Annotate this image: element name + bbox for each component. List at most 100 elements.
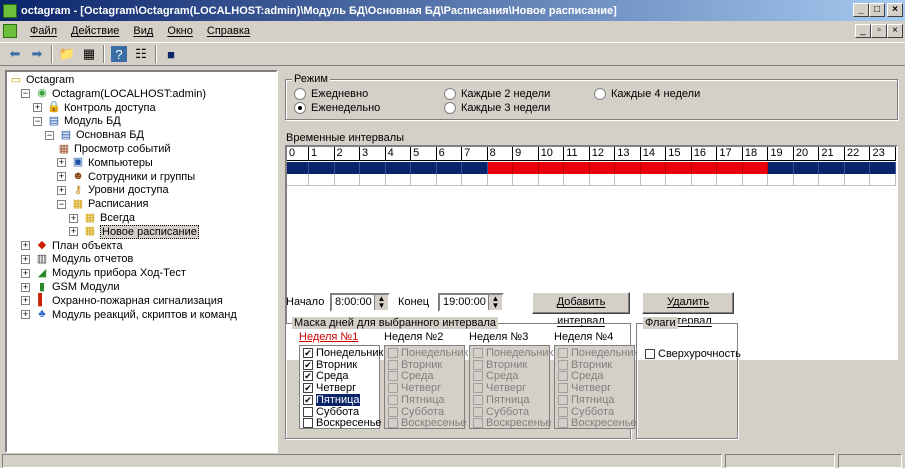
radio-every-4-weeks[interactable]: Каждые 4 недели [594, 88, 700, 100]
day-checkbox[interactable]: Понедельник [558, 347, 638, 359]
day-checkbox[interactable]: Пятница [558, 394, 615, 406]
active-interval-cell[interactable] [615, 162, 641, 174]
day-checkbox[interactable]: Вторник [473, 359, 527, 371]
mdi-restore-button[interactable]: ▫ [871, 24, 887, 38]
collapse-icon[interactable]: − [57, 199, 66, 209]
interval-cell[interactable] [287, 174, 309, 186]
collapse-icon[interactable]: − [45, 130, 54, 140]
tree-item[interactable]: − ◉ Octagram(LOCALHOST:admin) [21, 87, 206, 101]
checkbox-box[interactable] [388, 371, 398, 382]
checkbox-box[interactable] [473, 348, 483, 358]
active-interval-cell[interactable] [640, 162, 667, 174]
interval-cell[interactable] [488, 174, 514, 186]
interval-cell[interactable] [411, 174, 437, 186]
interval-cell[interactable] [768, 162, 794, 174]
interval-cell[interactable] [386, 174, 412, 186]
tree-item[interactable]: + ◆ План объекта [21, 239, 123, 253]
view-icon[interactable]: ▦ [78, 44, 100, 64]
day-checkbox[interactable]: Суббота [303, 406, 359, 418]
interval-cell[interactable] [844, 162, 871, 174]
interval-cell[interactable] [462, 162, 488, 174]
expand-icon[interactable]: + [57, 158, 66, 168]
day-checkbox[interactable]: Четверг [473, 382, 526, 394]
interval-cell[interactable] [590, 174, 616, 186]
checkbox-box[interactable] [645, 349, 655, 359]
day-checkbox[interactable]: Пятница [473, 394, 530, 406]
active-interval-cell[interactable] [691, 162, 718, 174]
week-title[interactable]: Неделя №4 [554, 331, 613, 343]
interval-cell[interactable] [768, 174, 794, 186]
interval-cell[interactable] [335, 174, 361, 186]
mdi-close-button[interactable]: × [887, 24, 903, 38]
interval-cell[interactable] [309, 174, 335, 186]
interval-cell[interactable] [360, 162, 386, 174]
interval-cell[interactable] [870, 174, 896, 186]
expand-icon[interactable]: + [21, 282, 30, 292]
expand-icon[interactable]: + [21, 241, 30, 251]
checkbox-box[interactable]: ✔ [303, 383, 313, 394]
start-spin-arrows[interactable]: ▲ ▼ [374, 295, 388, 310]
tree-item[interactable]: + ☻ Сотрудники и группы [57, 170, 195, 184]
interval-cell[interactable] [513, 174, 539, 186]
interval-row-selected[interactable] [287, 162, 896, 174]
expand-icon[interactable]: + [21, 268, 30, 278]
day-checklist[interactable]: Понедельник Вторник Среда Четверг Пятница Суб… [469, 345, 553, 429]
interval-cell[interactable] [819, 162, 845, 174]
interval-cell[interactable] [615, 174, 641, 186]
radio-dot[interactable] [594, 88, 606, 100]
active-interval-cell[interactable] [589, 162, 616, 174]
interval-cell[interactable] [385, 162, 412, 174]
tree-item[interactable]: + 🔒 Контроль доступа [33, 101, 156, 115]
checkbox-box[interactable] [558, 371, 568, 382]
expand-icon[interactable]: + [57, 185, 66, 195]
checkbox-box[interactable] [558, 394, 568, 405]
day-checkbox[interactable]: ✔ Четверг [303, 382, 356, 394]
radio-every-3-weeks[interactable]: Каждые 3 недели [444, 102, 550, 114]
checkbox-box[interactable] [473, 371, 483, 382]
interval-cell[interactable] [692, 174, 718, 186]
day-checkbox[interactable]: Воскресенье [388, 417, 467, 429]
menu-file[interactable]: Файл [23, 25, 64, 37]
help-icon[interactable]: ? [111, 46, 127, 62]
interval-cell[interactable] [539, 174, 565, 186]
day-checkbox[interactable]: ✔ Пятница [303, 393, 360, 406]
menu-action[interactable]: Действие [64, 25, 126, 37]
checkbox-box[interactable] [558, 348, 568, 358]
expand-icon[interactable]: + [21, 310, 30, 320]
checkbox-box[interactable] [558, 359, 568, 370]
tree-item[interactable]: − ▤ Основная БД [45, 128, 144, 142]
day-checkbox[interactable]: Вторник [388, 359, 442, 371]
delete-interval-button[interactable]: Удалить интервал [642, 292, 734, 327]
save-icon[interactable]: ■ [160, 44, 182, 64]
collapse-icon[interactable]: − [21, 89, 30, 99]
day-checkbox[interactable]: Воскресенье [558, 417, 637, 429]
day-checkbox[interactable]: Суббота [473, 406, 529, 418]
day-checkbox[interactable]: Среда [473, 370, 518, 382]
overtime-checkbox[interactable]: Сверхурочность [645, 348, 741, 360]
day-checkbox[interactable]: Вторник [558, 359, 612, 371]
radio-dot[interactable] [294, 88, 306, 100]
week-title[interactable]: Неделя №2 [384, 331, 443, 343]
menu-window[interactable]: Окно [160, 25, 200, 37]
day-checkbox[interactable]: Четверг [558, 382, 611, 394]
checkbox-box[interactable] [473, 359, 483, 370]
active-interval-cell[interactable] [487, 162, 514, 174]
interval-cell[interactable] [794, 174, 820, 186]
minimize-button[interactable]: _ [853, 3, 869, 17]
interval-cell[interactable] [334, 162, 361, 174]
menu-view[interactable]: Вид [126, 25, 160, 37]
tree-item[interactable]: + ▣ Компьютеры [57, 156, 153, 170]
interval-cell[interactable] [870, 162, 896, 174]
interval-cell[interactable] [717, 174, 743, 186]
collapse-icon[interactable]: − [33, 116, 42, 126]
interval-row-empty[interactable] [287, 174, 896, 186]
checkbox-box[interactable] [473, 394, 483, 405]
end-spin-arrows[interactable]: ▲ ▼ [488, 295, 502, 310]
mdi-child-icon[interactable] [3, 24, 17, 38]
checkbox-box[interactable] [388, 359, 398, 370]
day-checkbox[interactable]: Пятница [388, 394, 445, 406]
interval-cell[interactable] [819, 174, 845, 186]
tree-item[interactable]: + ◢ Модуль прибора Ход-Тест [21, 266, 186, 280]
checkbox-box[interactable] [558, 406, 568, 417]
tree-item[interactable]: ▭ Octagram [9, 73, 75, 87]
